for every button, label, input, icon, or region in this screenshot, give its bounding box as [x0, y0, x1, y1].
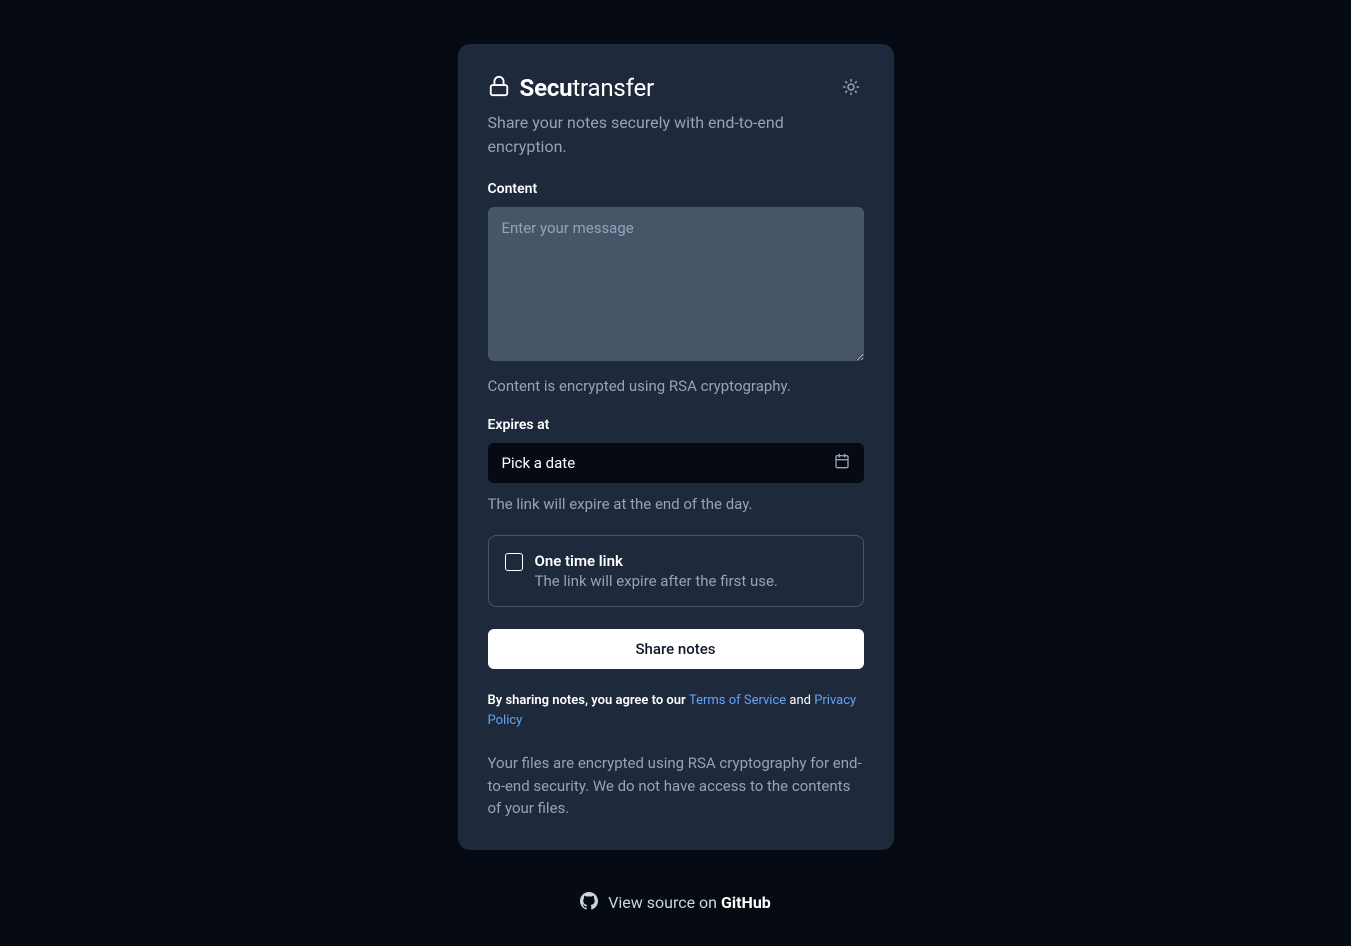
content-help: Content is encrypted using RSA cryptogra…	[488, 377, 864, 395]
card-header: Secutransfer	[488, 74, 864, 103]
onetime-title: One time link	[535, 552, 778, 570]
main-card: Secutransfer Share your notes securely w…	[458, 44, 894, 850]
github-icon	[580, 892, 598, 914]
legal-prefix: By sharing notes, you agree to our	[488, 693, 689, 708]
onetime-checkbox[interactable]	[505, 553, 523, 571]
content-label: Content	[488, 181, 864, 197]
expires-help: The link will expire at the end of the d…	[488, 495, 864, 513]
brand-name-bold: Secu	[520, 74, 573, 102]
legal-and: and	[786, 693, 814, 708]
share-notes-button[interactable]: Share notes	[488, 629, 864, 669]
onetime-content: One time link The link will expire after…	[535, 552, 778, 590]
terms-link[interactable]: Terms of Service	[689, 693, 786, 708]
brand-name-rest: transfer	[572, 74, 654, 102]
content-textarea[interactable]	[488, 207, 864, 361]
onetime-card: One time link The link will expire after…	[488, 535, 864, 607]
brand-title: Secutransfer	[520, 74, 654, 102]
github-text: View source on GitHub	[608, 893, 771, 912]
content-group: Content Content is encrypted using RSA c…	[488, 181, 864, 395]
subtitle: Share your notes securely with end-to-en…	[488, 111, 864, 159]
theme-toggle-button[interactable]	[838, 74, 864, 103]
expires-label: Expires at	[488, 417, 864, 433]
brand: Secutransfer	[488, 74, 654, 102]
github-prefix: View source on	[608, 893, 721, 912]
github-bold: GitHub	[721, 893, 771, 912]
onetime-desc: The link will expire after the first use…	[535, 572, 778, 590]
date-picker-placeholder: Pick a date	[502, 454, 576, 472]
calendar-icon	[834, 453, 850, 473]
github-link[interactable]: View source on GitHub	[580, 892, 771, 914]
date-picker-button[interactable]: Pick a date	[488, 443, 864, 483]
lock-icon	[488, 75, 510, 101]
footer-note: Your files are encrypted using RSA crypt…	[488, 752, 864, 820]
expires-group: Expires at Pick a date The link will exp…	[488, 417, 864, 513]
legal-text: By sharing notes, you agree to our Terms…	[488, 691, 864, 730]
sun-icon	[842, 78, 860, 99]
